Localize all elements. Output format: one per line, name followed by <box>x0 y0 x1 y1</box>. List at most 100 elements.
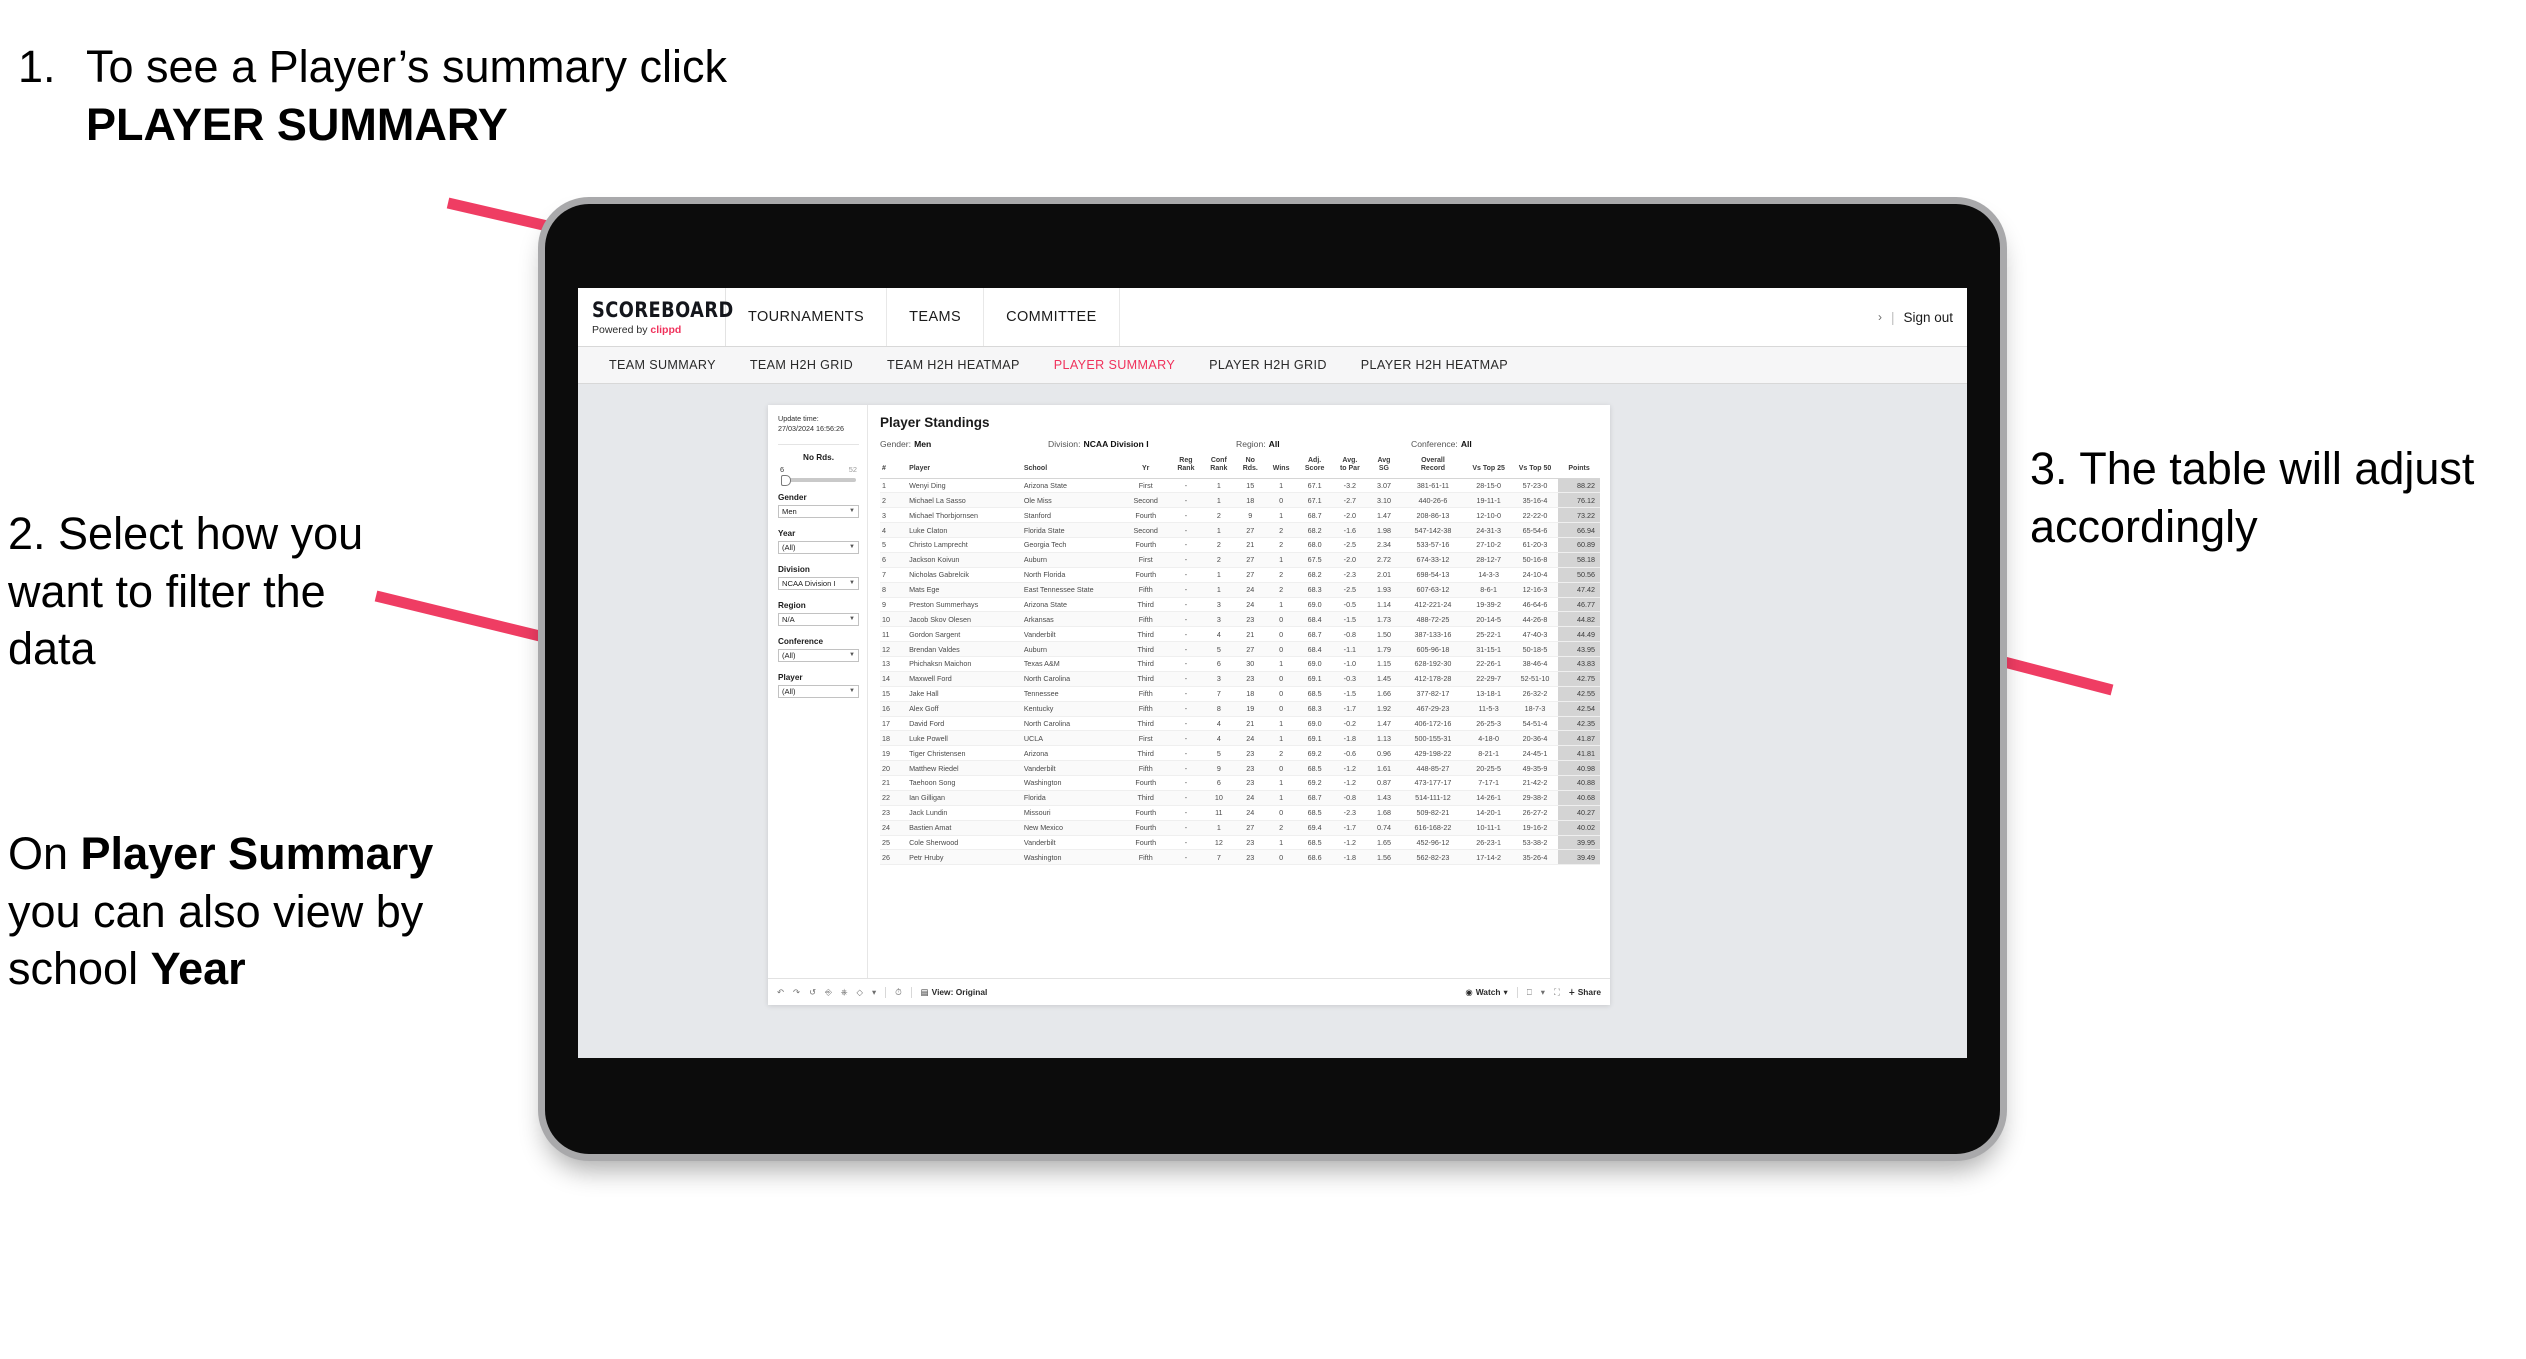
revert-icon[interactable]: ↺ <box>809 987 816 997</box>
cell-sg: 1.61 <box>1367 760 1401 776</box>
table-row[interactable]: 13 Phichaksn Maichon Texas A&M Third -6 30 1 69… <box>880 656 1600 672</box>
column-header-t50[interactable]: Vs Top 50 <box>1511 457 1559 479</box>
redo-icon[interactable]: ↷ <box>793 987 800 997</box>
table-row[interactable]: 9 Preston Summerhays Arizona State Third -3 2… <box>880 597 1600 613</box>
nav-item-teams[interactable]: TEAMS <box>887 288 985 346</box>
annotation-step-2-note: On Player Summary you can also view by s… <box>8 825 438 998</box>
history-icon[interactable]: ⏱ <box>895 987 902 998</box>
fullscreen-icon[interactable]: ⛶ <box>1554 987 1560 998</box>
cell-t50: 18-7-3 <box>1511 701 1559 717</box>
cell-adj: 67.1 <box>1297 478 1333 494</box>
column-header-rec[interactable]: Overall Record <box>1400 457 1466 479</box>
table-row[interactable]: 1 Wenyi Ding Arizona State First -1 15 1 67.1 -3… <box>880 478 1600 494</box>
chevron-down-icon[interactable]: ▾ <box>872 987 876 997</box>
table-row[interactable]: 8 Mats Ege East Tennessee State Fifth -1 24 2 6… <box>880 582 1600 598</box>
cell-rec: 533-57-16 <box>1400 537 1466 553</box>
nav-item-committee[interactable]: COMMITTEE <box>984 288 1120 346</box>
cell-t50: 53-38-2 <box>1511 835 1559 851</box>
table-row[interactable]: 11 Gordon Sargent Vanderbilt Third -4 21 0 68.7… <box>880 626 1600 643</box>
tab-player-h2h-heatmap[interactable]: PLAYER H2H HEATMAP <box>1344 358 1525 372</box>
refresh-icon[interactable]: ⎆ <box>825 987 832 998</box>
cell-par: -3.2 <box>1332 478 1368 494</box>
table-row[interactable]: 21 Taehoon Song Washington Fourth -6 23 1 69.2-… <box>880 775 1600 791</box>
tab-team-h2h-heatmap[interactable]: TEAM H2H HEATMAP <box>870 358 1037 372</box>
column-header-yr[interactable]: Yr <box>1121 457 1170 479</box>
table-row[interactable]: 3 Michael Thorbjornsen Stanford Fourth -2 9 1 6… <box>880 507 1600 524</box>
cell-conf: 11 <box>1202 805 1236 821</box>
cell-t50: 12-16-3 <box>1511 582 1559 598</box>
table-row[interactable]: 12 Brendan Valdes Auburn Third -5 27 0 68.4 -1.1… <box>880 641 1600 657</box>
column-header-reg[interactable]: Reg Rank <box>1169 457 1203 479</box>
table-row[interactable]: 15 Jake Hall Tennessee Fifth -7 18 0 68.5 -1.5 1.… <box>880 686 1600 702</box>
filter-region-select[interactable]: N/A ▼ <box>778 612 859 626</box>
table-row[interactable]: 7 Nicholas Gabrelcik North Florida Fourth -1… <box>880 567 1600 583</box>
column-header-wins[interactable]: Wins <box>1265 457 1297 479</box>
column-header-sg[interactable]: Avg SG <box>1367 457 1401 479</box>
tab-team-summary[interactable]: TEAM SUMMARY <box>592 358 733 372</box>
brand-logo[interactable]: SCOREBOARD Powered by clippd <box>578 288 733 346</box>
column-header-school[interactable]: School <box>1021 457 1122 479</box>
cell-rds: 9 <box>1235 507 1266 524</box>
app-header: SCOREBOARD Powered by clippd TOURNAMENTS… <box>578 288 1967 347</box>
column-header-t25[interactable]: Vs Top 25 <box>1465 457 1512 479</box>
table-row[interactable]: 19 Tiger Christensen Arizona Third -5 23 2 69.2… <box>880 745 1600 762</box>
cell-rec: 440-26-6 <box>1400 492 1466 509</box>
viz-main-panel: Player Standings Gender: Men Division: NCA… <box>868 405 1610 978</box>
table-row[interactable]: 24 Bastien Amat New Mexico Fourth -1 27 2 69.4-… <box>880 820 1600 836</box>
table-row[interactable]: 2 Michael La Sasso Ole Miss Second -1 18 0 67.1… <box>880 492 1600 509</box>
undo-icon[interactable]: ↶ <box>777 987 784 997</box>
table-row[interactable]: 4 Luke Claton Florida State Second -1 27 2 68.2… <box>880 522 1600 538</box>
cell-reg: - <box>1169 507 1203 524</box>
column-header-par[interactable]: Avg. to Par <box>1332 457 1368 479</box>
pause-icon[interactable]: ⎈ <box>841 987 848 998</box>
filter-division-select[interactable]: NCAA Division I ▼ <box>778 576 859 590</box>
table-row[interactable]: 14 Maxwell Ford North Carolina Third -3 23 0 69… <box>880 671 1600 687</box>
filter-conference-select[interactable]: (All) ▼ <box>778 648 859 662</box>
column-header-rds[interactable]: No Rds. <box>1235 457 1266 479</box>
table-row[interactable]: 6 Jackson Koivun Auburn First -2 27 1 67.5 -2.0 2… <box>880 552 1600 568</box>
watch-button[interactable]: ◉ Watch ▾ <box>1465 987 1507 997</box>
filter-gender-value: Men <box>782 506 797 516</box>
cell-adj: 68.5 <box>1297 686 1333 702</box>
cell-t50: 24-10-4 <box>1511 567 1559 583</box>
filter-player-select[interactable]: (All) ▼ <box>778 684 859 698</box>
tab-player-h2h-grid[interactable]: PLAYER H2H GRID <box>1192 358 1344 372</box>
cell-conf: 1 <box>1202 820 1236 836</box>
cell-rds: 24 <box>1235 730 1266 747</box>
table-row[interactable]: 20 Matthew Riedel Vanderbilt Fifth -9 23 0 68.5… <box>880 760 1600 776</box>
table-row[interactable]: 16 Alex Goff Kentucky Fifth -8 19 0 68.3 -1.7 1.9… <box>880 701 1600 717</box>
chevron-down-icon[interactable]: ▾ <box>1541 987 1545 997</box>
cell-pts: 40.88 <box>1558 775 1600 791</box>
cell-sg: 1.45 <box>1367 671 1401 687</box>
cell-player: Jacob Skov Olesen <box>907 611 1022 628</box>
column-header-adj[interactable]: Adj. Score <box>1297 457 1333 479</box>
signout-link[interactable]: Sign out <box>1903 310 1953 325</box>
table-row[interactable]: 5 Christo Lamprecht Georgia Tech Fourth -2 21… <box>880 537 1600 553</box>
tab-team-h2h-grid[interactable]: TEAM H2H GRID <box>733 358 870 372</box>
cell-school: Stanford <box>1021 507 1122 524</box>
table-row[interactable]: 10 Jacob Skov Olesen Arkansas Fifth -3 23 0 68.… <box>880 611 1600 628</box>
share-button[interactable]: ∔ Share <box>1569 987 1601 997</box>
table-row[interactable]: 17 David Ford North Carolina Third -4 21 1 69.0… <box>880 716 1600 732</box>
column-header-pts[interactable]: Points <box>1558 457 1600 479</box>
cell-yr: Fourth <box>1121 820 1170 836</box>
alerts-icon[interactable]: ◇ <box>857 987 863 997</box>
slider-handle[interactable] <box>781 475 791 487</box>
cell-yr: First <box>1121 478 1170 494</box>
tab-player-summary[interactable]: PLAYER SUMMARY <box>1037 358 1192 372</box>
column-header-conf[interactable]: Conf Rank <box>1202 457 1236 479</box>
filter-division-label: Division <box>778 564 810 574</box>
table-row[interactable]: 23 Jack Lundin Missouri Fourth -11 24 0 68.5 -2.… <box>880 805 1600 821</box>
filter-gender-select[interactable]: Men ▼ <box>778 504 859 518</box>
nav-item-tournaments[interactable]: TOURNAMENTS <box>726 288 888 346</box>
download-icon[interactable]: ⎕ <box>1527 987 1532 998</box>
column-header-player[interactable]: Player <box>907 457 1022 479</box>
table-row[interactable]: 22 Ian Gilligan Florida Third -10 24 1 68.7 -0.8… <box>880 790 1600 806</box>
view-original-button[interactable]: ▤ View: Original <box>921 987 988 997</box>
filter-year-select[interactable]: (All) ▼ <box>778 540 859 554</box>
table-row[interactable]: 25 Cole Sherwood Vanderbilt Fourth -12 23 1 68.… <box>880 835 1600 851</box>
column-header-num[interactable]: # <box>880 457 908 479</box>
table-row[interactable]: 18 Luke Powell UCLA First -4 24 1 69.1 -1.8 1.13 5… <box>880 730 1600 747</box>
no-rounds-slider[interactable] <box>781 475 856 487</box>
table-row[interactable]: 26 Petr Hruby Washington Fifth -7 23 0 68.6 -1.8… <box>880 849 1600 866</box>
